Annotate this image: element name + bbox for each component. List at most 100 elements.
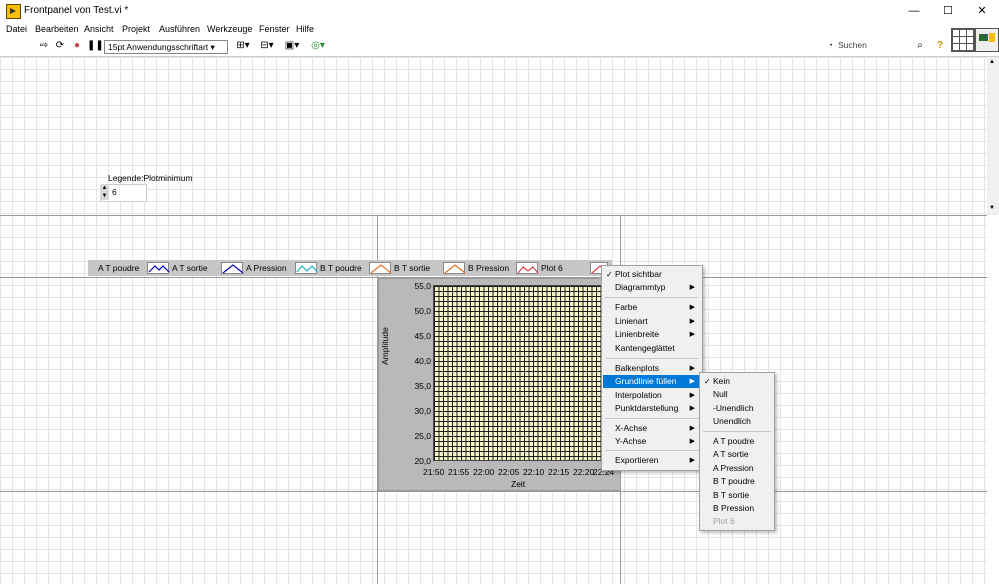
connector-pane-icon[interactable] <box>951 28 975 52</box>
submenu-item-minus-unendlich[interactable]: -Unendlich <box>701 402 773 415</box>
font-selector[interactable]: 15pt Anwendungsschriftart ▾ <box>104 40 228 54</box>
menu-item-label: X-Achse <box>615 423 648 433</box>
align-objects-icon[interactable]: ⊞▾ <box>234 40 252 52</box>
abort-icon[interactable]: ● <box>71 40 83 52</box>
vi-icon[interactable] <box>975 28 999 52</box>
legend-swatch-icon <box>147 262 170 274</box>
legend-swatch-icon <box>369 262 392 274</box>
menu-datei[interactable]: Datei <box>6 24 27 34</box>
submenu-arrow-icon: ▶ <box>689 392 695 399</box>
minimize-button[interactable]: — <box>897 0 931 22</box>
y-tick-label: 55,0 <box>414 281 431 291</box>
x-tick-label: 22:05 <box>498 467 520 477</box>
menu-item-linienbreite[interactable]: Linienbreite ▶ <box>603 328 701 341</box>
font-selector-label: 15pt Anwendungsschriftart <box>108 42 209 52</box>
y-tick-label: 40,0 <box>414 356 431 366</box>
plot-context-menu: ✓ Plot sichtbar Diagrammtyp ▶ Farbe ▶ Linie… <box>601 265 703 471</box>
menu-item-linienart[interactable]: Linienart ▶ <box>603 315 701 328</box>
menu-item-kantengeglaettet[interactable]: Kantengeglättet <box>603 342 701 355</box>
menu-bearbeiten[interactable]: Bearbeiten <box>35 24 79 34</box>
menu-item-exportieren[interactable]: Exportieren ▶ <box>603 454 701 467</box>
menu-werkzeuge[interactable]: Werkzeuge <box>207 24 252 34</box>
submenu-item-plot[interactable]: B T sortie <box>701 489 773 502</box>
legend-label: B Pression <box>468 263 510 273</box>
legend-label: B T sortie <box>394 263 431 273</box>
submenu-item-label: B T poudre <box>713 476 755 486</box>
panel-divider <box>0 491 987 492</box>
search-icon[interactable]: ⌕ <box>914 40 926 52</box>
search-input[interactable]: Suchen <box>828 40 928 54</box>
menu-fenster[interactable]: Fenster <box>259 24 290 34</box>
run-arrow-icon[interactable]: ⇨ <box>38 40 50 52</box>
submenu-item-plot[interactable]: A T poudre <box>701 435 773 448</box>
menu-item-label: Linienart <box>615 316 648 326</box>
menu-item-punktdarstellung[interactable]: Punktdarstellung ▶ <box>603 402 701 415</box>
menu-projekt[interactable]: Projekt <box>122 24 150 34</box>
y-tick-label: 45,0 <box>414 331 431 341</box>
menu-hilfe[interactable]: Hilfe <box>296 24 314 34</box>
submenu-item-plot[interactable]: A T sortie <box>701 448 773 461</box>
submenu-item-label: Kein <box>713 376 731 386</box>
menu-item-y-achse[interactable]: Y-Achse ▶ <box>603 435 701 448</box>
distribute-objects-icon[interactable]: ⊟▾ <box>258 40 276 52</box>
control-label: Legende:Plotminimum <box>108 173 193 183</box>
submenu-arrow-icon: ▶ <box>689 457 695 464</box>
menu-item-grundlinie-fuellen[interactable]: Grundlinie füllen ▶ <box>603 375 701 388</box>
submenu-arrow-icon: ▶ <box>689 284 695 291</box>
submenu-item-label: Unendlich <box>713 416 751 426</box>
menu-separator <box>605 418 699 419</box>
window-title: Frontpanel von Test.vi * <box>24 5 129 16</box>
control-value[interactable]: 6 <box>112 187 117 197</box>
y-tick-label: 30,0 <box>414 406 431 416</box>
submenu-item-label: -Unendlich <box>713 403 754 413</box>
x-tick-label: 22:00 <box>473 467 495 477</box>
submenu-item-label: Null <box>713 389 728 399</box>
menu-ausfuehren[interactable]: Ausführen <box>159 24 200 34</box>
search-placeholder: Suchen <box>838 40 867 50</box>
help-icon[interactable]: ? <box>934 40 946 52</box>
close-button[interactable]: ✕ <box>965 0 999 22</box>
menu-item-farbe[interactable]: Farbe ▶ <box>603 301 701 314</box>
y-tick-label: 35,0 <box>414 381 431 391</box>
pause-icon[interactable]: ❚❚ <box>87 40 104 52</box>
submenu-item-label: A T poudre <box>713 436 755 446</box>
legend-swatch-icon <box>295 262 318 274</box>
submenu-item-label: B T sortie <box>713 490 750 500</box>
submenu-item-null[interactable]: Null <box>701 388 773 401</box>
menu-item-label: Y-Achse <box>615 436 647 446</box>
submenu-item-unendlich[interactable]: Unendlich <box>701 415 773 428</box>
title-bar: Frontpanel von Test.vi * — ☐ ✕ <box>0 0 999 22</box>
check-icon: ✓ <box>704 377 711 386</box>
submenu-arrow-icon: ▶ <box>689 425 695 432</box>
maximize-button[interactable]: ☐ <box>931 0 965 22</box>
menu-item-label: Kantengeglättet <box>615 343 675 353</box>
menu-item-interpolation[interactable]: Interpolation ▶ <box>603 389 701 402</box>
y-tick-label: 25,0 <box>414 431 431 441</box>
menu-item-diagrammtyp[interactable]: Diagrammtyp ▶ <box>603 281 701 294</box>
menu-item-plot-sichtbar[interactable]: ✓ Plot sichtbar <box>603 268 701 281</box>
menu-separator <box>605 297 699 298</box>
menu-separator <box>605 450 699 451</box>
menu-item-balkenplots[interactable]: Balkenplots ▶ <box>603 362 701 375</box>
menu-ansicht[interactable]: Ansicht <box>84 24 114 34</box>
vertical-scrollbar[interactable]: ▲ ▼ <box>987 57 999 215</box>
reorder-icon[interactable]: ◎▾ <box>309 40 327 52</box>
increment-decrement-icon[interactable]: ▲ ▼ <box>100 184 109 200</box>
legend-label: A Pression <box>246 263 287 273</box>
resize-objects-icon[interactable]: ▣▾ <box>283 40 301 52</box>
submenu-item-plot[interactable]: B Pression <box>701 502 773 515</box>
submenu-item-plot[interactable]: A Pression <box>701 462 773 475</box>
x-tick-label: 22:20 <box>573 467 595 477</box>
submenu-item-kein[interactable]: ✓ Kein <box>701 375 773 388</box>
submenu-arrow-icon: ▶ <box>689 304 695 311</box>
submenu-item-plot[interactable]: B T poudre <box>701 475 773 488</box>
legend-label: Plot 6 <box>541 263 563 273</box>
scroll-down-icon[interactable]: ▼ <box>989 205 995 211</box>
submenu-item-plot-disabled: Plot 6 <box>701 515 773 528</box>
x-tick-label: 22:15 <box>548 467 570 477</box>
run-continuously-icon[interactable]: ⟳ <box>54 40 66 52</box>
menu-item-label: Interpolation <box>615 390 662 400</box>
plot-area[interactable] <box>433 285 612 461</box>
scroll-up-icon[interactable]: ▲ <box>989 59 995 65</box>
menu-item-x-achse[interactable]: X-Achse ▶ <box>603 422 701 435</box>
